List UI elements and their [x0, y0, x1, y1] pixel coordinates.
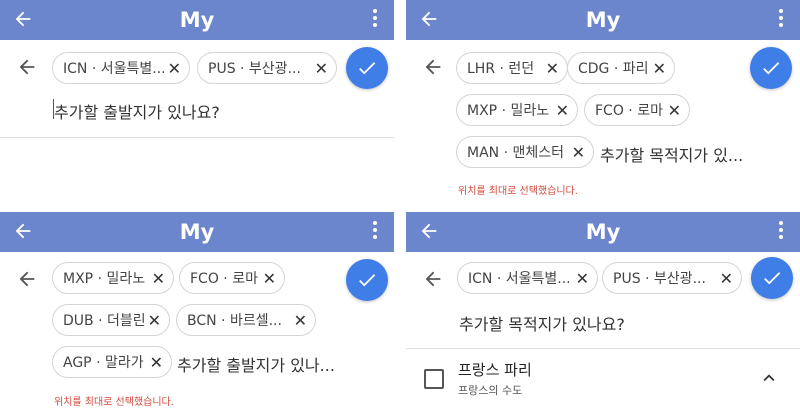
app-header: My	[406, 212, 800, 252]
check-icon	[764, 272, 781, 285]
more-vert-icon[interactable]	[372, 221, 378, 243]
check-icon	[763, 62, 780, 75]
app-header: My	[0, 212, 394, 252]
close-icon[interactable]: ✕	[546, 53, 559, 85]
chip-label: DUB · 더블린	[63, 313, 146, 329]
check-icon	[359, 62, 376, 75]
max-selection-error: 위치를 최대로 선택했습니다.	[54, 397, 174, 408]
close-icon[interactable]: ✕	[148, 305, 161, 337]
app-title: My	[179, 8, 215, 32]
chip-label: LHR · 런던	[467, 61, 535, 77]
chevron-up-icon[interactable]	[758, 367, 780, 389]
chip-label: ICN · 서울특별...	[63, 61, 166, 77]
panel-origin-input: My ICN · 서울특별... ✕ PUS · 부산광... ✕ 추가할 출발…	[0, 0, 394, 205]
close-icon[interactable]: ✕	[294, 305, 307, 337]
arrow-left-icon[interactable]	[16, 268, 38, 290]
location-chip[interactable]: MXP · 밀라노 ✕	[456, 94, 578, 126]
location-chip[interactable]: ICN · 서울특별... ✕	[457, 262, 598, 294]
check-icon	[359, 274, 376, 287]
chip-label: FCO · 로마	[595, 103, 663, 119]
location-chip[interactable]: MXP · 밀라노 ✕	[52, 262, 174, 294]
chip-label: MAN · 맨체스터	[467, 145, 564, 161]
location-chip[interactable]: CDG · 파리 ✕	[567, 52, 675, 84]
confirm-button[interactable]	[751, 257, 793, 299]
close-icon[interactable]: ✕	[152, 263, 165, 295]
chip-label: FCO · 로마	[190, 271, 258, 287]
location-chip[interactable]: AGP · 말라가 ✕	[52, 346, 172, 378]
result-title: 프랑스 파리	[458, 361, 532, 379]
confirm-button[interactable]	[346, 259, 388, 301]
more-vert-icon[interactable]	[778, 9, 784, 31]
chip-label: PUS · 부산광...	[613, 271, 706, 287]
close-icon[interactable]: ✕	[556, 95, 569, 127]
panel-destination-max: My LHR · 런던 ✕ CDG · 파리 ✕ MXP · 밀라노 ✕ FCO…	[406, 0, 800, 205]
location-chip[interactable]: PUS · 부산광... ✕	[197, 52, 337, 84]
more-vert-icon[interactable]	[778, 221, 784, 243]
origin-search-input[interactable]: 추가할 출발지가 있나요?	[54, 99, 220, 123]
location-chip[interactable]: PUS · 부산광... ✕	[602, 262, 742, 294]
close-icon[interactable]: ✕	[315, 53, 328, 85]
panel-destination-results: My ICN · 서울특별... ✕ PUS · 부산광... ✕ 추가할 목적…	[406, 212, 800, 417]
destination-search-input[interactable]: 추가할 목적지가 있나요?	[459, 311, 625, 335]
more-vert-icon[interactable]	[372, 9, 378, 31]
destination-search-input[interactable]: 추가할 목적지가 있...	[600, 142, 743, 166]
app-title: My	[585, 8, 621, 32]
chip-label: PUS · 부산광...	[208, 61, 301, 77]
location-chip[interactable]: BCN · 바르셀... ✕	[176, 304, 316, 336]
chip-label: ICN · 서울특별...	[468, 271, 571, 287]
location-chip[interactable]: DUB · 더블린 ✕	[52, 304, 170, 336]
confirm-button[interactable]	[346, 47, 388, 89]
close-icon[interactable]: ✕	[576, 263, 589, 295]
close-icon[interactable]: ✕	[668, 95, 681, 127]
result-row[interactable]: 프랑스 파리 프랑스의 수도	[406, 349, 800, 417]
close-icon[interactable]: ✕	[653, 53, 666, 85]
chip-label: MXP · 밀라노	[63, 271, 146, 287]
app-title: My	[179, 220, 215, 244]
location-chip[interactable]: FCO · 로마 ✕	[179, 262, 285, 294]
checkbox-icon[interactable]	[424, 369, 444, 389]
max-selection-error: 위치를 최대로 선택했습니다.	[458, 186, 578, 197]
close-icon[interactable]: ✕	[263, 263, 276, 295]
result-subtitle: 프랑스의 수도	[458, 384, 523, 397]
app-header: My	[406, 0, 800, 40]
origin-search-input[interactable]: 추가할 출발지가 있나...	[177, 352, 335, 376]
chip-label: MXP · 밀라노	[467, 103, 550, 119]
close-icon[interactable]: ✕	[720, 263, 733, 295]
chip-label: BCN · 바르셀...	[187, 313, 282, 329]
location-chip[interactable]: MAN · 맨체스터 ✕	[456, 136, 594, 168]
close-icon[interactable]: ✕	[150, 347, 163, 379]
location-chip[interactable]: ICN · 서울특별... ✕	[52, 52, 190, 84]
app-title: My	[585, 220, 621, 244]
arrow-left-icon[interactable]	[422, 56, 444, 78]
chip-label: CDG · 파리	[578, 61, 649, 77]
location-chip[interactable]: FCO · 로마 ✕	[584, 94, 690, 126]
confirm-button[interactable]	[750, 47, 792, 89]
close-icon[interactable]: ✕	[168, 53, 181, 85]
panel-origin-max: My MXP · 밀라노 ✕ FCO · 로마 ✕ DUB · 더블린 ✕ BC…	[0, 212, 394, 417]
app-header: My	[0, 0, 394, 40]
arrow-left-icon[interactable]	[422, 268, 444, 290]
close-icon[interactable]: ✕	[572, 137, 585, 169]
arrow-left-icon[interactable]	[16, 56, 38, 78]
divider	[0, 137, 394, 138]
chip-label: AGP · 말라가	[63, 355, 144, 371]
location-chip[interactable]: LHR · 런던 ✕	[456, 52, 568, 84]
